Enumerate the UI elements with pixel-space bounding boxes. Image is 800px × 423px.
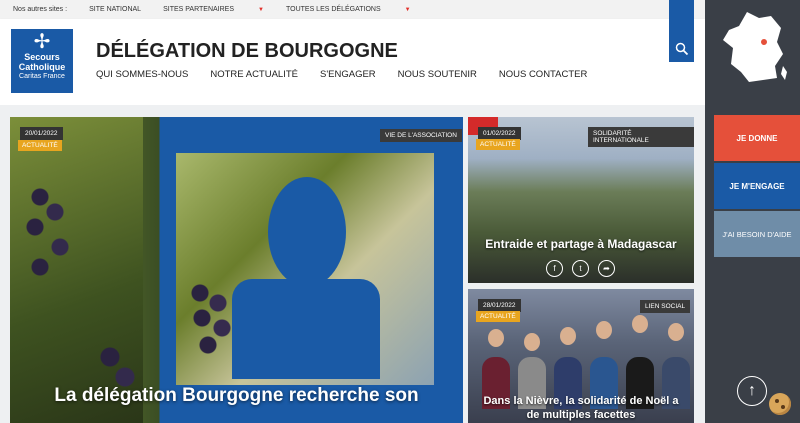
news-title[interactable]: La délégation Bourgogne recherche son bbox=[10, 385, 463, 407]
topic-tag[interactable]: VIE DE L'ASSOCIATION bbox=[380, 129, 462, 142]
sites-partenaires-label: SITES PARTENAIRES bbox=[163, 6, 235, 13]
right-sidebar: JE DONNE JE M'ENGAGE J'AI BESOIN D'AIDE … bbox=[705, 0, 800, 423]
nav-qui-sommes-nous[interactable]: QUI SOMMES-NOUS bbox=[96, 69, 188, 80]
nav-s-engager[interactable]: S'ENGAGER bbox=[320, 69, 376, 80]
news-card[interactable]: 01/02/2022 ACTUALITÉ SOLIDARITÉ INTERNAT… bbox=[468, 117, 694, 283]
topic-tag[interactable]: LIEN SOCIAL bbox=[640, 300, 691, 313]
toutes-delegations-label: TOUTES LES DÉLÉGATIONS bbox=[285, 6, 381, 13]
chevron-down-icon: ▼ bbox=[258, 7, 264, 13]
search-icon bbox=[675, 42, 688, 56]
france-map[interactable] bbox=[719, 8, 789, 86]
logo-line-1: Secours bbox=[24, 52, 60, 62]
page-title: DÉLÉGATION DE BOURGOGNE bbox=[96, 40, 398, 62]
nav-nous-contacter[interactable]: NOUS CONTACTER bbox=[499, 69, 588, 80]
news-title-line-1[interactable]: Dans la Nièvre, la solidarité de Noël a bbox=[468, 395, 694, 407]
category-badge: ACTUALITÉ bbox=[476, 311, 520, 322]
photo-person-head bbox=[668, 323, 684, 341]
news-card[interactable]: 28/01/2022 ACTUALITÉ LIEN SOCIAL Dans la… bbox=[468, 289, 694, 423]
topic-tag[interactable]: SOLIDARITÉ INTERNATIONALE bbox=[588, 127, 694, 147]
grapevine-image bbox=[10, 117, 143, 423]
arrow-up-icon: ↑ bbox=[748, 382, 756, 399]
need-help-button[interactable]: J'AI BESOIN D'AIDE bbox=[714, 211, 800, 257]
news-section: 20/01/2022 ACTUALITÉ VIE DE L'ASSOCIATIO… bbox=[0, 105, 705, 423]
photo-person-head bbox=[560, 327, 576, 345]
other-sites-label: Nos autres sites : bbox=[13, 6, 68, 13]
photo-person-head bbox=[524, 333, 540, 351]
share-icon[interactable]: ➦ bbox=[598, 260, 615, 277]
news-title[interactable]: Entraide et partage à Madagascar bbox=[468, 237, 694, 251]
nav-notre-actualite[interactable]: NOTRE ACTUALITÉ bbox=[210, 69, 298, 80]
sites-partenaires-dropdown[interactable]: SITES PARTENAIRES ▼ bbox=[163, 6, 264, 13]
photo-person-head bbox=[488, 329, 504, 347]
nav-nous-soutenir[interactable]: NOUS SOUTENIR bbox=[398, 69, 477, 80]
scroll-top-button[interactable]: ↑ bbox=[737, 376, 767, 406]
site-national-link[interactable]: SITE NATIONAL bbox=[89, 6, 141, 13]
toutes-delegations-dropdown[interactable]: TOUTES LES DÉLÉGATIONS ▼ bbox=[286, 6, 411, 13]
twitter-icon[interactable]: t bbox=[572, 260, 589, 277]
chevron-down-icon: ▼ bbox=[404, 7, 411, 13]
donate-button[interactable]: JE DONNE bbox=[714, 115, 800, 161]
bourgogne-location-marker bbox=[761, 39, 767, 45]
category-badge: ACTUALITÉ bbox=[18, 140, 62, 151]
facebook-icon[interactable]: f bbox=[546, 260, 563, 277]
silhouette-body bbox=[232, 279, 380, 379]
cookie-icon[interactable] bbox=[769, 393, 791, 415]
top-utility-bar: Nos autres sites : SITE NATIONAL SITES P… bbox=[0, 0, 705, 19]
logo-line-3: Caritas France bbox=[19, 73, 65, 80]
featured-news-card[interactable]: 20/01/2022 ACTUALITÉ VIE DE L'ASSOCIATIO… bbox=[10, 117, 463, 423]
category-badge: ACTUALITÉ bbox=[476, 139, 520, 150]
secours-catholique-logo[interactable]: ✢ Secours Catholique Caritas France bbox=[11, 29, 73, 93]
logo-cross-icon: ✢ bbox=[33, 31, 51, 53]
logo-line-2: Catholique bbox=[18, 62, 66, 72]
search-button[interactable] bbox=[669, 0, 694, 62]
news-date: 20/01/2022 bbox=[20, 127, 63, 140]
photo-person-head bbox=[596, 321, 612, 339]
main-nav: QUI SOMMES-NOUS NOTRE ACTUALITÉ S'ENGAGE… bbox=[96, 69, 609, 80]
engage-button[interactable]: JE M'ENGAGE bbox=[714, 163, 800, 209]
site-header: ✢ Secours Catholique Caritas France DÉLÉ… bbox=[0, 0, 705, 105]
photo-person-head bbox=[632, 315, 648, 333]
silhouette-head bbox=[268, 177, 346, 287]
news-title-line-2[interactable]: de multiples facettes bbox=[468, 409, 694, 421]
